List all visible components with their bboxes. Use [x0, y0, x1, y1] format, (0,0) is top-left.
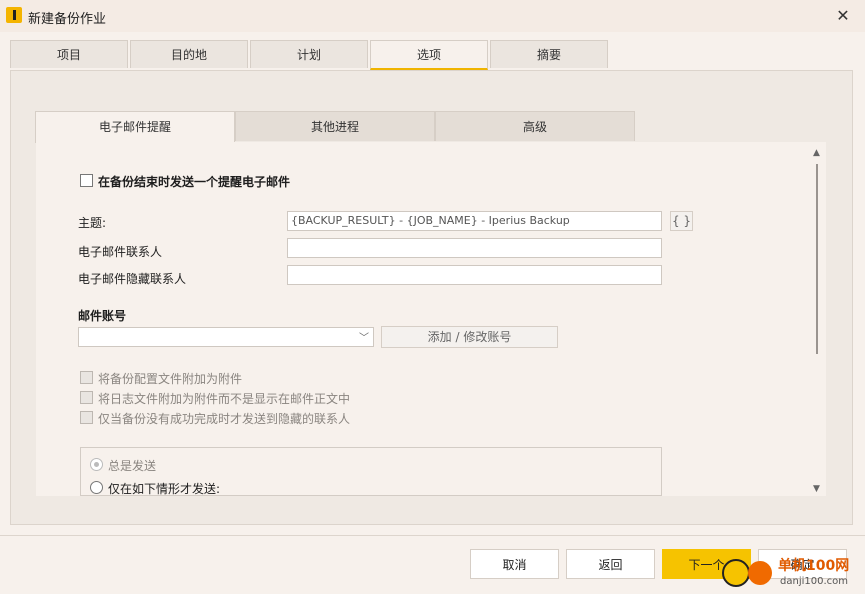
tab-summary[interactable]: 摘要 [490, 40, 608, 68]
tab-options[interactable]: 选项 [370, 40, 488, 70]
back-button[interactable]: 返回 [566, 549, 655, 579]
tab-email-alert[interactable]: 电子邮件提醒 [35, 111, 235, 143]
bcc-on-fail-label: 仅当备份没有成功完成时才发送到隐藏的联系人 [98, 412, 351, 426]
attach-log-checkbox[interactable] [80, 391, 93, 404]
watermark-dot-icon [748, 561, 772, 585]
window-title: 新建备份作业 [28, 12, 107, 27]
tab-schedule[interactable]: 计划 [250, 40, 368, 68]
variables-button[interactable]: { } [670, 211, 693, 231]
title-bar: 新建备份作业 ✕ [0, 0, 865, 32]
email-settings-content [36, 142, 826, 496]
subject-label: 主题: [78, 216, 107, 230]
watermark-url: danji100.com [780, 576, 848, 587]
bcc-on-fail-checkbox[interactable] [80, 411, 93, 424]
mail-account-heading: 邮件账号 [78, 309, 127, 323]
vertical-scrollbar[interactable]: ▲ ▼ [810, 146, 824, 496]
chevron-down-icon[interactable]: ﹀ [359, 329, 369, 344]
attach-config-checkbox[interactable] [80, 371, 93, 384]
tab-items[interactable]: 项目 [10, 40, 128, 68]
footer-divider [0, 535, 865, 536]
conditional-send-radio[interactable] [90, 481, 103, 494]
watermark-plus-icon [722, 559, 750, 587]
always-send-radio[interactable] [90, 458, 103, 471]
watermark: 单机100网 danji100.com [718, 552, 865, 594]
watermark-site: 单机100网 [778, 558, 850, 574]
scroll-thumb[interactable] [816, 164, 818, 354]
conditional-send-label: 仅在如下情形才发送: [108, 482, 221, 496]
recipients-input[interactable] [287, 238, 662, 258]
add-account-button[interactable]: 添加 / 修改账号 [381, 326, 558, 348]
scroll-down-icon[interactable]: ▼ [813, 484, 820, 494]
close-icon[interactable]: ✕ [833, 6, 853, 26]
recipients-label: 电子邮件联系人 [78, 245, 163, 259]
always-send-label: 总是发送 [108, 459, 157, 473]
cancel-button[interactable]: 取消 [470, 549, 559, 579]
send-email-checkbox[interactable] [80, 174, 93, 187]
mail-account-select[interactable] [78, 327, 374, 347]
bcc-label: 电子邮件隐藏联系人 [78, 272, 187, 286]
attach-log-label: 将日志文件附加为附件而不是显示在邮件正文中 [98, 392, 351, 406]
tab-other-processes[interactable]: 其他进程 [235, 111, 435, 141]
scroll-up-icon[interactable]: ▲ [813, 148, 820, 158]
tab-advanced[interactable]: 高级 [435, 111, 635, 141]
attach-config-label: 将备份配置文件附加为附件 [98, 372, 243, 386]
send-email-label: 在备份结束时发送一个提醒电子邮件 [98, 175, 291, 189]
content-bottom-edge [36, 496, 826, 524]
subject-input[interactable]: {BACKUP_RESULT} - {JOB_NAME} - Iperius B… [287, 211, 662, 231]
app-icon [6, 7, 22, 23]
tab-destination[interactable]: 目的地 [130, 40, 248, 68]
bcc-input[interactable] [287, 265, 662, 285]
